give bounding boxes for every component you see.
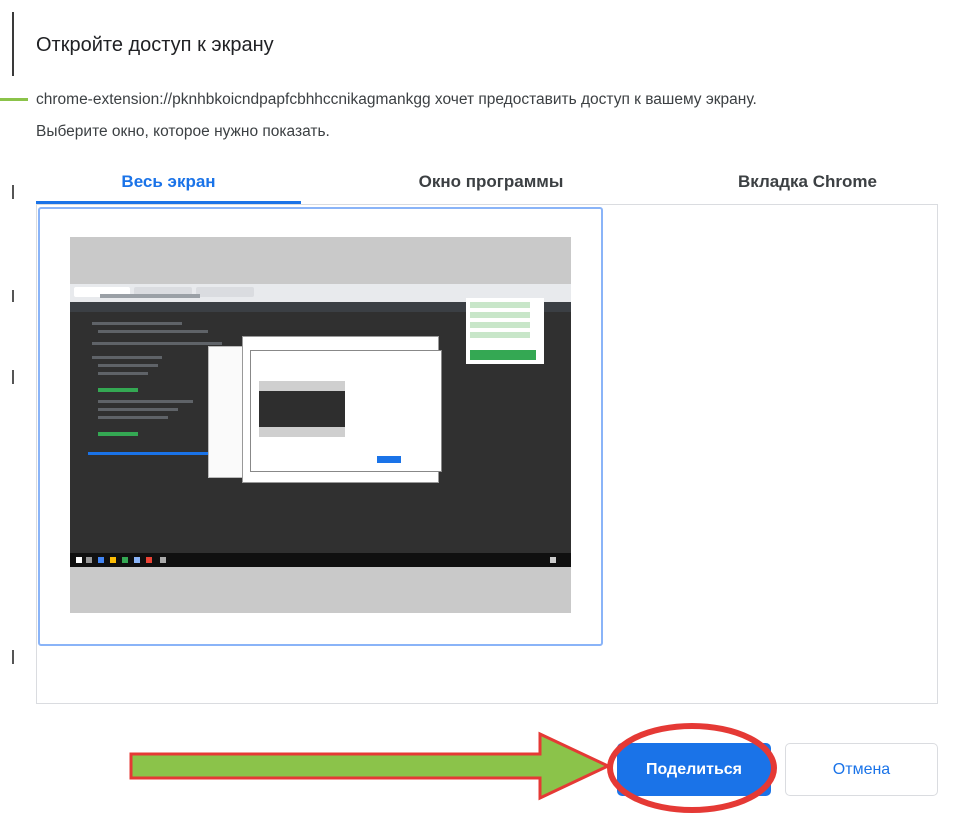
cancel-button[interactable]: Отмена	[785, 743, 938, 796]
thumbnail-popup-row	[470, 332, 530, 338]
description-line-2: Выберите окно, которое нужно показать.	[36, 123, 330, 140]
tab-application-window[interactable]: Окно программы	[336, 160, 646, 204]
taskbar-icon	[146, 557, 152, 563]
dialog-title: Откройте доступ к экрану	[36, 34, 274, 56]
thumbnail-extension-popup	[466, 298, 544, 364]
thumbnail-green-block	[98, 388, 138, 392]
thumbnail-text-line	[92, 356, 162, 359]
thumbnail-nested-share	[377, 456, 401, 463]
left-green-stub	[0, 98, 28, 101]
thumbnail-popup-row	[470, 312, 530, 318]
thumbnail-nested-dialog	[250, 350, 442, 472]
thumbnail-taskbar	[70, 553, 571, 567]
tab-entire-screen[interactable]: Весь экран	[36, 160, 301, 204]
share-button[interactable]: Поделиться	[617, 743, 771, 796]
thumbnail-text-line	[98, 408, 178, 411]
thumbnail-text-line	[98, 372, 148, 375]
taskbar-icon	[122, 557, 128, 563]
source-tabs: Весь экран Окно программы Вкладка Chrome	[36, 160, 939, 204]
tab-label: Окно программы	[418, 172, 564, 191]
thumbnail-link-line	[88, 452, 208, 455]
taskbar-icon	[110, 557, 116, 563]
left-edge-tick	[12, 370, 14, 384]
taskbar-icon	[76, 557, 82, 563]
tab-label: Весь экран	[121, 172, 216, 191]
thumbnail-text-line	[98, 416, 168, 419]
tab-label: Вкладка Chrome	[738, 172, 877, 191]
taskbar-icon	[134, 557, 140, 563]
left-edge-line	[12, 12, 14, 76]
thumbnail-text-line	[92, 322, 182, 325]
taskbar-icon	[98, 557, 104, 563]
dialog-description: chrome-extension://pknhbkoicndpapfcbhhcc…	[36, 84, 936, 148]
thumbnail-text-line	[98, 364, 158, 367]
description-line-1: chrome-extension://pknhbkoicndpapfcbhhcc…	[36, 91, 757, 108]
thumbnail-desktop	[70, 284, 571, 567]
tab-chrome-tab[interactable]: Вкладка Chrome	[676, 160, 939, 204]
thumbnail-text-line	[98, 400, 193, 403]
thumbnail-tab	[196, 287, 254, 297]
thumbnail-text-line	[98, 330, 208, 333]
taskbar-icon	[86, 557, 92, 563]
thumbnail-nested-preview	[259, 381, 345, 437]
thumbnail-nested-screen	[259, 391, 345, 427]
taskbar-icon	[550, 557, 556, 563]
thumbnail-address-bar	[100, 294, 200, 298]
taskbar-icon	[160, 557, 166, 563]
thumbnail-popup-row	[470, 302, 530, 308]
left-edge-tick	[12, 650, 14, 664]
thumbnail-text-line	[92, 342, 222, 345]
thumbnail-popup-row	[470, 322, 530, 328]
thumbnail-popup-button	[470, 350, 536, 360]
screen-thumbnail	[70, 237, 571, 613]
left-edge-tick	[12, 290, 14, 302]
thumbnail-green-block	[98, 432, 138, 436]
left-edge-tick	[12, 185, 14, 199]
right-arrow-icon	[129, 731, 612, 801]
